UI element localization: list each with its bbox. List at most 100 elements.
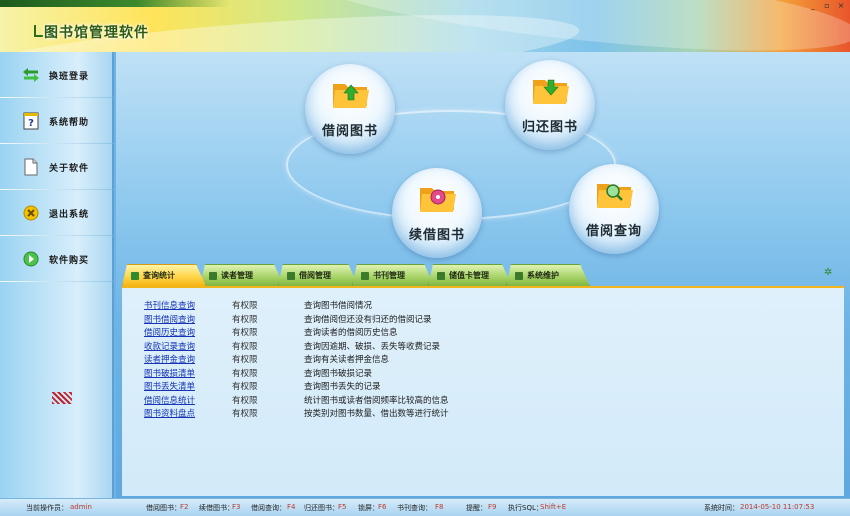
item-permission: 有权限 <box>232 341 258 352</box>
item-description: 查询借阅但还没有归还的借阅记录 <box>304 314 432 325</box>
key-icon <box>131 271 139 280</box>
item-permission: 有权限 <box>232 382 258 392</box>
shortcut-label: 借阅图书： <box>146 504 181 512</box>
system-time: 2014-05-10 11:07:53 <box>740 503 815 511</box>
tab-label: 借阅管理 <box>299 271 331 280</box>
borrow-book-button[interactable]: 借阅图书 <box>305 64 395 154</box>
sidebar-item-exit[interactable]: 退出系统 <box>0 190 114 236</box>
list-item: 借阅信息统计 有权限 统计图书或读者借阅频率比较高的信息 <box>122 395 842 408</box>
bubble-label: 借阅图书 <box>321 124 378 139</box>
tab-query-stats[interactable]: 查询统计 <box>122 264 206 286</box>
item-description: 统计图书或读者借阅频率比较高的信息 <box>304 395 449 406</box>
list-item: 借阅历史查询 有权限 查询读者的借阅历史信息 <box>122 327 842 340</box>
shortcut-label: 书刊查询： <box>397 504 432 512</box>
vendor-logo-icon <box>52 392 72 404</box>
status-bar: 当前操作员： admin 借阅图书： F2 续借图书： F3 借阅查询： F4 … <box>0 498 850 516</box>
query-stats-panel: 书刊信息查询 有权限 查询图书借阅情况 图书借阅查询 有权限 查询借阅但还没有归… <box>122 286 844 496</box>
tab-label: 查询统计 <box>143 271 175 280</box>
card-icon <box>437 271 445 280</box>
tab-label: 系统维护 <box>527 271 559 280</box>
operator-label: 当前操作员： <box>26 504 68 512</box>
item-link[interactable]: 读者押金查询 <box>144 354 195 367</box>
shortcut-label: 执行SQL： <box>508 504 543 512</box>
restore-button[interactable]: ▫ <box>822 2 832 10</box>
shortcut-key: F9 <box>488 503 497 511</box>
tab-label: 书刊管理 <box>373 271 405 280</box>
list-item: 图书破损清单 有权限 查询图书破损记录 <box>122 368 842 381</box>
sidebar-item-help[interactable]: ? 系统帮助 <box>0 98 114 144</box>
shortcut-label: 借阅查询： <box>251 504 286 512</box>
tab-borrow-management[interactable]: 借阅管理 <box>278 264 358 286</box>
exit-icon <box>22 204 40 222</box>
list-item: 书刊信息查询 有权限 查询图书借阅情况 <box>122 300 842 313</box>
purchase-icon <box>22 250 40 268</box>
shortcut-label: 锁屏： <box>358 504 379 512</box>
item-link[interactable]: 书刊信息查询 <box>144 300 195 313</box>
item-link[interactable]: 图书借阅查询 <box>144 314 195 327</box>
sidebar-item-label: 关于软件 <box>49 163 90 174</box>
tab-system-maintenance[interactable]: 系统维护 <box>506 264 590 286</box>
folder-search-icon <box>597 184 633 208</box>
tab-label: 读者管理 <box>221 271 253 280</box>
sidebar-item-purchase[interactable]: 软件购买 <box>0 236 114 282</box>
tab-book-management[interactable]: 书刊管理 <box>352 264 434 286</box>
main-area: 借阅图书 归还图书 续借图书 借阅查询 查询统计 读者管理 借阅管理 书刊管理 … <box>116 52 850 498</box>
shortcut-key: F3 <box>232 503 241 511</box>
shortcut-key: F5 <box>338 503 347 511</box>
sidebar-item-label: 软件购买 <box>49 255 90 266</box>
shortcut-key: F8 <box>435 503 444 511</box>
item-description: 查询图书丢失的记录 <box>304 382 381 392</box>
arrow-icon <box>287 271 295 280</box>
item-permission: 有权限 <box>232 395 258 406</box>
item-link[interactable]: 借阅历史查询 <box>144 327 195 340</box>
item-link[interactable]: 收款记录查询 <box>144 341 195 354</box>
sidebar-item-label: 系统帮助 <box>49 117 90 128</box>
bubble-label: 借阅查询 <box>585 224 642 239</box>
shortcut-key: F2 <box>180 503 189 511</box>
shortcut-label: 续借图书： <box>199 504 234 512</box>
item-link[interactable]: 图书丢失清单 <box>144 381 195 394</box>
item-permission: 有权限 <box>232 355 258 365</box>
sidebar-item-switch-shift[interactable]: 换班登录 <box>0 52 114 98</box>
window-controls: _ ▫ × <box>808 2 846 10</box>
shortcut-key: F4 <box>287 503 296 511</box>
item-permission: 有权限 <box>232 301 258 311</box>
tab-reader-management[interactable]: 读者管理 <box>200 264 284 286</box>
item-link[interactable]: 图书资料盘点 <box>144 408 195 421</box>
list-icon <box>209 271 217 280</box>
book-icon <box>361 271 369 280</box>
item-description: 查询有关读者押金信息 <box>304 355 390 365</box>
item-permission: 有权限 <box>232 409 258 419</box>
close-button[interactable]: × <box>836 2 846 10</box>
bubble-label: 归还图书 <box>521 120 578 135</box>
item-description: 查询读者的借阅历史信息 <box>304 328 398 338</box>
tab-stored-card-management[interactable]: 储值卡管理 <box>428 264 512 286</box>
help-icon: ? <box>22 112 40 130</box>
list-item: 收款记录查询 有权限 查询因逾期、破损、丢失等收费记录 <box>122 341 842 354</box>
borrow-query-button[interactable]: 借阅查询 <box>569 164 659 254</box>
bubble-label: 续借图书 <box>408 228 465 243</box>
svg-text:?: ? <box>28 118 34 129</box>
shortcut-key: F6 <box>378 503 387 511</box>
shortcut-label: 归还图书： <box>304 504 339 512</box>
minimize-button[interactable]: _ <box>808 2 818 10</box>
sidebar-item-label: 换班登录 <box>49 71 90 82</box>
item-permission: 有权限 <box>232 368 258 379</box>
sidebar-item-about[interactable]: 关于软件 <box>0 144 114 190</box>
operator-value: admin <box>70 503 92 511</box>
app-title: 图书馆管理软件 <box>44 25 149 41</box>
document-icon <box>22 158 40 176</box>
app-logo-icon <box>34 25 43 37</box>
return-book-button[interactable]: 归还图书 <box>505 60 595 150</box>
renew-book-button[interactable]: 续借图书 <box>392 168 482 258</box>
shortcut-label: 提醒： <box>466 504 487 512</box>
shortcut-key: Shift+E <box>540 503 567 511</box>
item-description: 查询因逾期、破损、丢失等收费记录 <box>304 341 441 352</box>
list-item: 图书丢失清单 有权限 查询图书丢失的记录 <box>122 381 842 394</box>
item-permission: 有权限 <box>232 314 258 325</box>
item-link[interactable]: 图书破损清单 <box>144 368 195 381</box>
item-link[interactable]: 借阅信息统计 <box>144 395 195 408</box>
list-item: 读者押金查询 有权限 查询有关读者押金信息 <box>122 354 842 367</box>
folder-down-arrow-icon <box>533 79 569 104</box>
pin-icon[interactable]: ✲ <box>824 268 834 278</box>
